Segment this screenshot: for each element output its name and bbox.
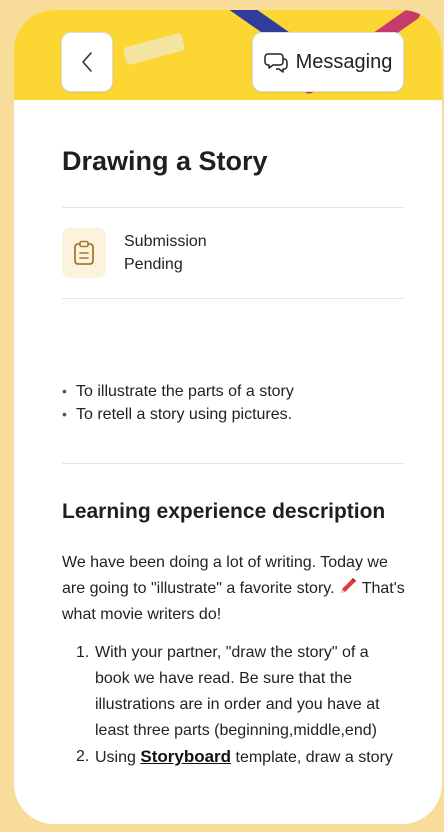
description-text: We have been doing a lot of writing. Tod… xyxy=(62,550,412,628)
divider xyxy=(62,298,404,299)
pencil-icon xyxy=(340,578,356,593)
status-value: Pending xyxy=(124,256,183,273)
messaging-label: Messaging xyxy=(295,50,393,73)
chevron-left-icon xyxy=(82,52,92,72)
list-item: 1. With your partner, "draw the story" o… xyxy=(62,640,407,744)
header-banner: Messaging xyxy=(14,10,442,100)
chat-bubble-icon xyxy=(263,53,288,73)
status-label: Submission xyxy=(124,233,207,250)
messaging-button[interactable]: Messaging xyxy=(252,32,404,92)
storyboard-link[interactable]: Storyboard xyxy=(140,747,231,766)
step-text: With your partner, "draw the story" of a… xyxy=(95,644,380,739)
submission-status: Submission Pending xyxy=(62,228,207,278)
divider xyxy=(62,207,404,208)
phone-frame: Messaging Drawing a Story Submission Pen… xyxy=(14,10,442,824)
step-number: 2. xyxy=(76,748,90,765)
status-text: Submission Pending xyxy=(124,230,207,276)
list-item: To retell a story using pictures. xyxy=(62,403,412,426)
objectives-list: To illustrate the parts of a story To re… xyxy=(62,380,412,426)
back-button[interactable] xyxy=(61,32,113,92)
section-heading: Learning experience description xyxy=(62,500,386,523)
page-title: Drawing a Story xyxy=(62,146,268,176)
step-text-after: template, draw a story xyxy=(231,749,393,766)
status-icon-container xyxy=(62,228,106,278)
step-text-before: Using xyxy=(95,749,141,766)
list-item: 2. Using Storyboard template, draw a sto… xyxy=(62,744,407,771)
banner-crayon-decoration xyxy=(122,32,186,66)
step-number: 1. xyxy=(76,644,90,661)
divider xyxy=(62,463,404,464)
list-item: To illustrate the parts of a story xyxy=(62,380,412,403)
clipboard-icon xyxy=(74,240,94,265)
steps-list: 1. With your partner, "draw the story" o… xyxy=(62,640,407,771)
